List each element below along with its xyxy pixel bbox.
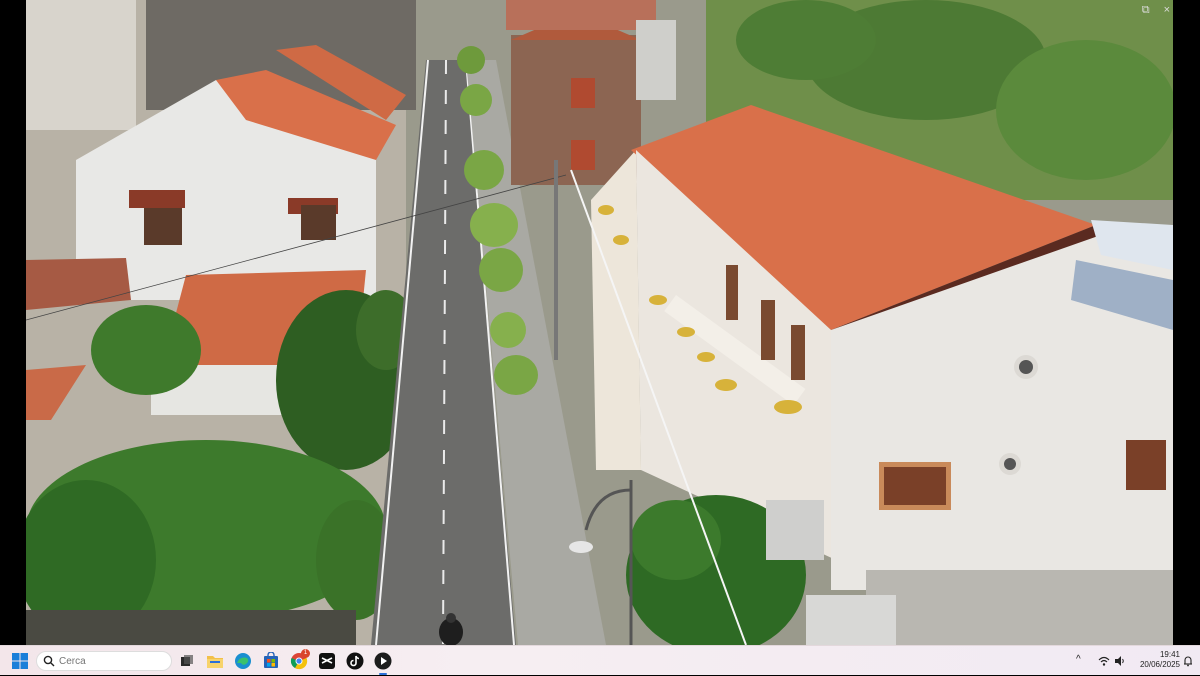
media-player-window: ⧉ ×	[0, 0, 1200, 645]
windows-taskbar: 1 ^ 19:41 20/06/2	[0, 645, 1200, 675]
edge-icon[interactable]	[234, 652, 252, 670]
show-hidden-icons-chevron-icon[interactable]: ^	[1076, 654, 1081, 665]
clock-time: 19:41	[1159, 650, 1180, 659]
start-button[interactable]	[12, 653, 28, 669]
task-view-icon[interactable]	[178, 652, 196, 670]
notification-bell-icon[interactable]	[1182, 655, 1194, 667]
volume-icon[interactable]	[1114, 655, 1126, 667]
store-icon[interactable]	[262, 651, 280, 670]
search-icon	[43, 655, 55, 667]
video-top-controls: ⧉ ×	[1142, 4, 1170, 16]
close-icon[interactable]: ×	[1164, 4, 1170, 16]
windows-logo-icon	[12, 653, 28, 669]
video-frame[interactable]	[26, 0, 1173, 645]
capcut-icon[interactable]	[318, 652, 336, 670]
aerial-street-scene	[26, 0, 1173, 645]
chrome-icon[interactable]: 1	[290, 649, 310, 670]
search-input[interactable]	[59, 655, 159, 667]
tiktok-icon[interactable]	[346, 652, 364, 670]
folder-icon[interactable]	[206, 652, 224, 670]
media-player-icon[interactable]	[374, 652, 392, 675]
taskbar-clock[interactable]: 19:41 20/06/2025	[1134, 650, 1180, 670]
notification-badge: 1	[301, 649, 310, 658]
system-tray: ^ 19:41 20/06/2025	[1070, 646, 1200, 676]
clock-date: 20/06/2025	[1139, 660, 1180, 669]
picture-in-picture-icon[interactable]: ⧉	[1142, 4, 1150, 16]
taskbar-search[interactable]	[36, 651, 172, 671]
wifi-icon[interactable]	[1098, 655, 1110, 667]
